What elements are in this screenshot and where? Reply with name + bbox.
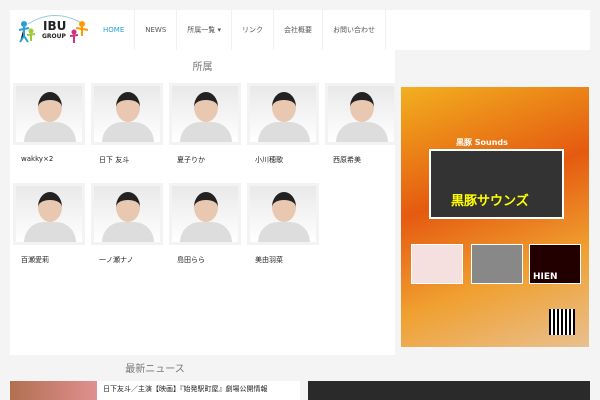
member-card[interactable]: 日下 友斗 bbox=[91, 83, 163, 165]
member-photo[interactable] bbox=[13, 183, 85, 245]
member-card[interactable]: 島田らら bbox=[169, 183, 241, 265]
nav-links[interactable]: リンク bbox=[232, 10, 275, 50]
member-photo[interactable] bbox=[13, 83, 85, 145]
news-thumbnail[interactable] bbox=[10, 381, 97, 400]
member-name[interactable]: 夏子りか bbox=[169, 155, 241, 165]
ibu-group-logo[interactable]: IBU GROUP bbox=[18, 14, 90, 46]
member-name[interactable]: 一ノ瀬ナノ bbox=[91, 255, 163, 265]
nav-home[interactable]: HOME bbox=[93, 10, 136, 50]
nav-news[interactable]: NEWS bbox=[135, 10, 178, 50]
member-photo[interactable] bbox=[91, 83, 163, 145]
member-card[interactable]: 美由羽菜 bbox=[247, 183, 319, 265]
qr-code bbox=[549, 309, 575, 335]
member-name[interactable]: 日下 友斗 bbox=[91, 155, 163, 165]
member-name[interactable]: 島田らら bbox=[169, 255, 241, 265]
logo-subtext: GROUP bbox=[42, 33, 66, 40]
section-title: 所属 bbox=[192, 62, 213, 73]
dark-panel bbox=[308, 381, 590, 400]
nav-contact[interactable]: お問い合わせ bbox=[323, 10, 387, 50]
member-card[interactable]: 西原希美 bbox=[325, 83, 397, 165]
member-photo[interactable] bbox=[247, 83, 319, 145]
member-photo[interactable] bbox=[169, 83, 241, 145]
member-name[interactable]: 美由羽菜 bbox=[247, 255, 319, 265]
member-photo[interactable] bbox=[91, 183, 163, 245]
site-header: IBU GROUP HOME NEWS 所属一覧 ▾ リンク 会社概要 お問い合… bbox=[10, 10, 590, 50]
news-item-title[interactable]: 日下友斗／主演【映画】『始発駅町屋』劇場公開情報 bbox=[103, 384, 268, 394]
news-item[interactable]: 日下友斗／主演【映画】『始発駅町屋』劇場公開情報 bbox=[10, 381, 300, 400]
member-photo[interactable] bbox=[325, 83, 397, 145]
poster-label: 黒豚 Sounds bbox=[456, 138, 508, 147]
poster-hien-logo: HIEN bbox=[533, 272, 558, 282]
member-card[interactable]: 百瀬愛莉 bbox=[13, 183, 85, 265]
member-card[interactable]: 一ノ瀬ナノ bbox=[91, 183, 163, 265]
logo-text: IBU bbox=[43, 19, 67, 33]
poster-band-name: 黒豚サウンズ bbox=[451, 194, 529, 209]
member-card[interactable]: 夏子りか bbox=[169, 83, 241, 165]
event-poster[interactable]: 黒豚 Sounds 黒豚サウンズ HIEN bbox=[401, 87, 589, 347]
member-card[interactable]: 小川穂歌 bbox=[247, 83, 319, 165]
member-photo[interactable] bbox=[169, 183, 241, 245]
member-name[interactable]: 小川穂歌 bbox=[247, 155, 319, 165]
member-card[interactable]: wakky×2 bbox=[13, 83, 85, 163]
poster-band-photo: 黒豚サウンズ bbox=[429, 149, 564, 219]
news-title: 最新ニュース bbox=[125, 364, 185, 375]
member-name[interactable]: 百瀬愛莉 bbox=[13, 255, 85, 265]
member-name[interactable]: wakky×2 bbox=[13, 155, 85, 163]
nav-members[interactable]: 所属一覧 ▾ bbox=[177, 10, 233, 50]
member-name[interactable]: 西原希美 bbox=[325, 155, 397, 165]
main-nav: HOME NEWS 所属一覧 ▾ リンク 会社概要 お問い合わせ bbox=[93, 10, 387, 50]
nav-company[interactable]: 会社概要 bbox=[274, 10, 324, 50]
poster-photo bbox=[411, 244, 463, 284]
member-photo[interactable] bbox=[247, 183, 319, 245]
poster-photo bbox=[471, 244, 523, 284]
